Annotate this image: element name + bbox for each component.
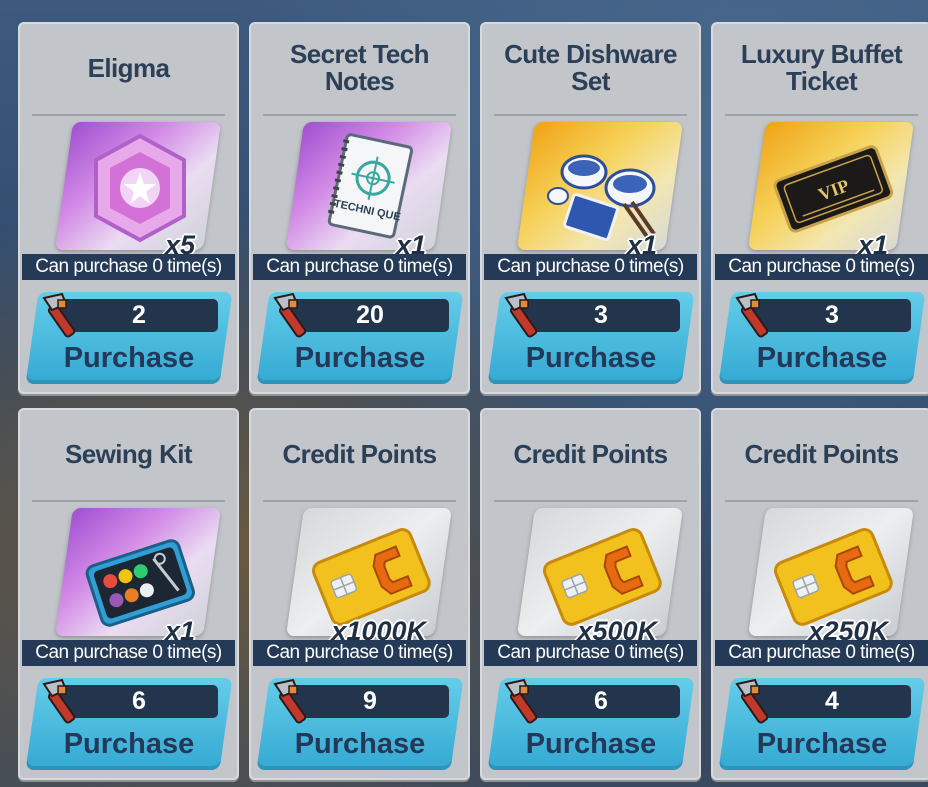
- title-divider: [32, 500, 225, 502]
- item-title: Credit Points: [744, 438, 900, 469]
- title-divider: [494, 500, 687, 502]
- purchase-label[interactable]: Purchase: [32, 338, 226, 378]
- purchase-label[interactable]: Purchase: [494, 724, 688, 764]
- purchase-label[interactable]: Purchase: [263, 724, 457, 764]
- item-title: Credit Points: [513, 438, 669, 469]
- shop-item-card[interactable]: Luxury Buffet Ticket VIP x1 Can purchase…: [711, 22, 928, 394]
- item-title: Cute Dishware Set: [504, 39, 677, 96]
- item-title: Credit Points: [282, 438, 438, 469]
- purchase-limit: Can purchase 0 time(s): [484, 254, 697, 280]
- item-title: Secret Tech Notes: [290, 39, 429, 96]
- title-divider: [725, 114, 918, 116]
- purchase-label[interactable]: Purchase: [725, 724, 919, 764]
- pipe-wrench-icon: [42, 678, 76, 724]
- pipe-wrench-icon: [504, 292, 538, 338]
- pipe-wrench-icon: [273, 678, 307, 724]
- item-title: Eligma: [87, 52, 170, 83]
- purchase-label[interactable]: Purchase: [494, 338, 688, 378]
- pipe-wrench-icon: [273, 292, 307, 338]
- purchase-label[interactable]: Purchase: [32, 724, 226, 764]
- shop-item-card[interactable]: Credit Points x500K Can purchase 0 time(…: [480, 408, 701, 780]
- title-divider: [725, 500, 918, 502]
- purchase-limit: Can purchase 0 time(s): [253, 640, 466, 666]
- purchase-limit: Can purchase 0 time(s): [484, 640, 697, 666]
- pipe-wrench-icon: [735, 678, 769, 724]
- purchase-limit: Can purchase 0 time(s): [22, 640, 235, 666]
- pipe-wrench-icon: [735, 292, 769, 338]
- item-title: Luxury Buffet Ticket: [740, 39, 903, 96]
- purchase-limit: Can purchase 0 time(s): [22, 254, 235, 280]
- purchase-limit: Can purchase 0 time(s): [253, 254, 466, 280]
- shop-item-card[interactable]: Credit Points x1000K Can purchase 0 time…: [249, 408, 470, 780]
- title-divider: [494, 114, 687, 116]
- purchase-label[interactable]: Purchase: [263, 338, 457, 378]
- title-divider: [32, 114, 225, 116]
- pipe-wrench-icon: [504, 678, 538, 724]
- shop-item-card[interactable]: Eligma x5 Can purchase 0 time(s) 2 Purch…: [18, 22, 239, 394]
- purchase-limit: Can purchase 0 time(s): [715, 254, 928, 280]
- shop-item-card[interactable]: Credit Points x250K Can purchase 0 time(…: [711, 408, 928, 780]
- shop-item-card[interactable]: Sewing Kit x1 Can purchase 0 time(s) 6 P…: [18, 408, 239, 780]
- shop-item-card[interactable]: Cute Dishware Set x1 Can purchase 0 time…: [480, 22, 701, 394]
- shop-grid: Eligma x5 Can purchase 0 time(s) 2 Purch…: [0, 0, 928, 787]
- purchase-label[interactable]: Purchase: [725, 338, 919, 378]
- item-title: Sewing Kit: [65, 438, 193, 469]
- pipe-wrench-icon: [42, 292, 76, 338]
- title-divider: [263, 500, 456, 502]
- shop-item-card[interactable]: Secret Tech Notes TECHNI QUE x1 Can purc…: [249, 22, 470, 394]
- title-divider: [263, 114, 456, 116]
- purchase-limit: Can purchase 0 time(s): [715, 640, 928, 666]
